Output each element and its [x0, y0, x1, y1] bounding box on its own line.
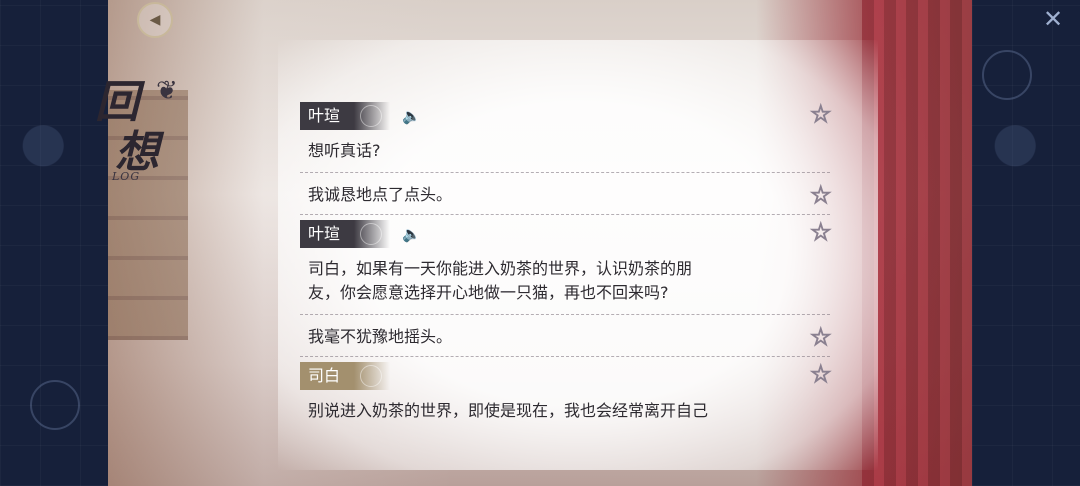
speaker-name-tag: 叶瑄	[300, 220, 390, 248]
speaker-name: 叶瑄	[308, 106, 341, 125]
favorite-star-icon[interactable]: ☆	[809, 324, 834, 349]
rose-emblem-icon	[360, 365, 382, 387]
entry-divider	[300, 356, 830, 357]
log-entry: 司白 别说进入奶茶的世界，即使是现在，我也会经常离开自己 ☆	[300, 360, 840, 440]
narration-line: 我诚恳地点了点头。	[308, 185, 453, 204]
curtain-background	[862, 0, 972, 486]
speaker-name-tag: 叶瑄	[300, 102, 390, 130]
dialogue-line: 想听真话?	[308, 141, 381, 160]
log-title: 回 想 ❦ LOG	[90, 66, 200, 186]
favorite-star-icon[interactable]: ☆	[809, 361, 834, 386]
log-entry: 我毫不犹豫地摇头。 ☆	[300, 318, 840, 354]
dialogue-line: 别说进入奶茶的世界，即使是现在，我也会经常离开自己	[308, 401, 709, 420]
voice-replay-icon[interactable]: 🔈	[402, 225, 424, 243]
favorite-star-icon[interactable]: ☆	[809, 182, 834, 207]
entry-divider	[300, 172, 830, 173]
right-decorative-border: ✕	[972, 0, 1080, 486]
narration-line: 我毫不犹豫地摇头。	[308, 327, 453, 346]
dialogue-line: 友，你会愿意选择开心地做一只猫，再也不回来吗?	[308, 283, 669, 302]
speaker-name-tag: 司白	[300, 362, 390, 390]
favorite-star-icon[interactable]: ☆	[809, 101, 834, 126]
favorite-star-icon[interactable]: ☆	[809, 219, 834, 244]
entry-divider	[300, 314, 830, 315]
log-entry: 叶瑄 🔈 司白，如果有一天你能进入奶茶的世界，认识奶茶的朋 友，你会愿意选择开心…	[300, 218, 840, 314]
dialogue-line: 司白，如果有一天你能进入奶茶的世界，认识奶茶的朋	[308, 259, 693, 278]
entry-divider	[300, 214, 830, 215]
rose-ornament-icon	[30, 380, 80, 430]
speaker-name: 司白	[308, 366, 341, 385]
rose-ornament-icon	[982, 50, 1032, 100]
butterfly-icon: ❦	[156, 76, 178, 106]
back-arrow-icon[interactable]: ◀	[137, 2, 173, 38]
rose-emblem-icon	[360, 223, 382, 245]
close-icon[interactable]: ✕	[1040, 6, 1066, 32]
voice-replay-icon[interactable]: 🔈	[402, 107, 424, 125]
log-entry: 叶瑄 🔈 想听真话? ☆	[300, 96, 840, 170]
speaker-name: 叶瑄	[308, 224, 341, 243]
rose-emblem-icon	[360, 105, 382, 127]
log-subtitle: LOG	[112, 170, 141, 183]
log-entry: 我诚恳地点了点头。 ☆	[300, 176, 840, 212]
